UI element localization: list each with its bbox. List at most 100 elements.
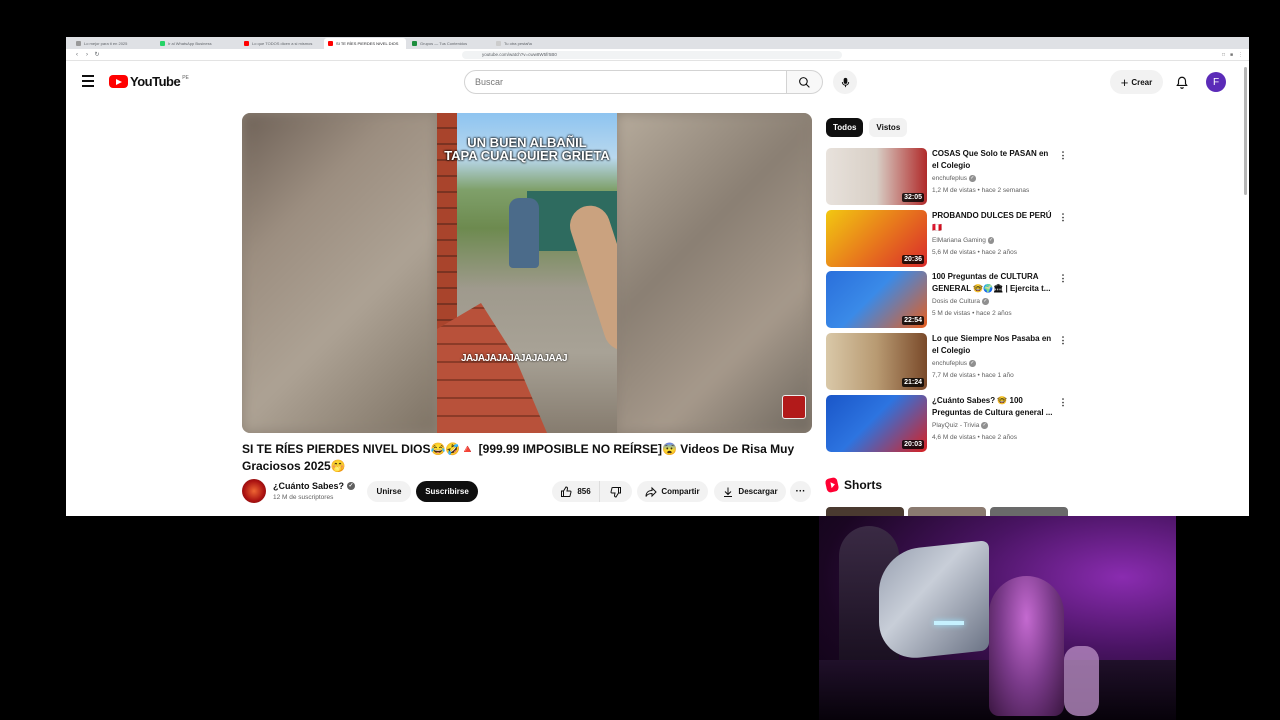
browser-tab[interactable]: Ir al WhatsApp Business [156,38,238,49]
tab-bar: Lo mejor para ti en 2025 Ir al WhatsApp … [66,37,1249,49]
recommendation-thumbnail[interactable]: 22:54 [826,271,927,328]
recommendation-item[interactable]: 21:24 Lo que Siempre Nos Pasaba en el Co… [826,333,1071,390]
video-arm [564,200,617,356]
recommendation-channel[interactable]: ElMariana Gaming ✓ [932,237,995,244]
reload-icon[interactable]: ↻ [92,51,102,58]
dislike-button[interactable] [600,481,632,502]
recommendation-item[interactable]: 20:03 ¿Cuánto Sabes? 🤓 100 Preguntas de … [826,395,1071,452]
recommendation-item[interactable]: 20:36 PROBANDO DULCES DE PERÚ 🇵🇪 ElMaria… [826,210,1071,267]
url-field[interactable]: youtube.com/watch?v=cww8W5fr5B0 [462,50,842,59]
browser-tab-active[interactable]: SI TE RÍES PIERDES NIVEL DIOS [324,38,406,49]
notifications-button[interactable] [1172,72,1192,92]
recommendation-thumbnail[interactable]: 20:03 [826,395,927,452]
video-duration: 22:54 [902,316,924,325]
short-thumbnail[interactable] [908,507,986,516]
recommendation-channel[interactable]: enchufeplus ✓ [932,175,976,182]
microphone-icon [841,77,849,87]
recommendation-channel[interactable]: enchufeplus ✓ [932,360,976,367]
tab-label: SI TE RÍES PIERDES NIVEL DIOS [336,41,399,46]
screen: Lo mejor para ti en 2025 Ir al WhatsApp … [0,0,1280,720]
share-button[interactable]: Compartir [637,481,708,502]
video-duration: 32:05 [902,193,924,202]
like-count: 856 [577,487,591,496]
short-thumbnail[interactable] [990,507,1068,516]
more-vertical-icon[interactable]: ⋮ [1058,334,1068,348]
more-vertical-icon[interactable]: ⋮ [1058,149,1068,163]
create-button[interactable]: + Crear [1110,70,1163,94]
more-vertical-icon[interactable]: ⋮ [1058,396,1068,410]
recommendation-meta: 7,7 M de vistas • hace 1 año [932,372,1014,379]
youtube-logo[interactable]: YouTube PE [109,74,189,89]
account-avatar[interactable]: F [1206,72,1226,92]
more-horizontal-icon: ··· [795,486,806,497]
page-scrollbar[interactable] [1244,67,1247,195]
join-button[interactable]: Unirse [367,481,411,502]
create-label: Crear [1131,77,1153,87]
recommendation-meta: 1,2 M de vistas • hace 2 semanas [932,187,1030,194]
browser-tab[interactable]: Tu otra pestaña [492,38,574,49]
webcam-light [934,621,964,625]
recommendation-title[interactable]: PROBANDO DULCES DE PERÚ 🇵🇪 [932,210,1056,233]
like-button[interactable]: 856 [552,481,600,502]
channel-avatar[interactable] [242,479,266,503]
hamburger-menu-icon[interactable] [80,73,96,87]
chip-vistos[interactable]: Vistos [869,118,908,137]
share-label: Compartir [661,487,700,496]
more-actions-button[interactable]: ··· [790,481,811,502]
recommendation-channel-name: enchufeplus [932,175,968,182]
channel-name[interactable]: ¿Cuánto Sabes? ✓ [273,481,356,491]
tab-favicon [412,41,417,46]
video-frame: UN BUEN ALBAÑIL TAPA CUALQUIER GRIETA JA… [437,113,617,433]
video-title: SI TE RÍES PIERDES NIVEL DIOS😂🤣🔺 [999.99… [242,442,795,473]
blurred-background-right [616,113,812,433]
video-caption-line2: TAPA CUALQUIER GRIETA [444,148,610,163]
recommendation-thumbnail[interactable]: 21:24 [826,333,927,390]
recommendation-title[interactable]: ¿Cuánto Sabes? 🤓 100 Preguntas de Cultur… [932,395,1056,418]
subscribe-button[interactable]: Suscribirse [416,481,478,502]
extension-icon[interactable]: □ [1222,52,1225,58]
more-vertical-icon[interactable]: ⋮ [1058,272,1068,286]
shorts-label: Shorts [844,478,883,492]
short-thumbnail[interactable] [826,507,904,516]
search-input[interactable]: Buscar [464,70,787,94]
recommendation-item[interactable]: 32:05 COSAS Que Solo te PASAN en el Cole… [826,148,1071,205]
recommendation-channel[interactable]: PlayQuiz - Trivia ✓ [932,422,988,429]
browser-tab[interactable]: Grupos — Tus Contenidos [408,38,490,49]
recommendation-channel-name: ElMariana Gaming [932,237,986,244]
video-duration: 20:36 [902,255,924,264]
browser-tab[interactable]: Lo mejor para ti en 2025 [72,38,154,49]
shorts-section-header: Shorts [824,476,883,494]
tab-label: Tu otra pestaña [504,41,532,46]
video-duration: 20:03 [902,440,924,449]
download-button[interactable]: Descargar [714,481,786,502]
extension-icons: □ ■ ⋮ [1222,52,1243,58]
voice-search-button[interactable] [833,70,857,94]
video-player[interactable]: UN BUEN ALBAÑIL TAPA CUALQUIER GRIETA JA… [242,113,812,433]
verified-icon: ✓ [987,237,995,244]
recommendation-thumbnail[interactable]: 20:36 [826,210,927,267]
menu-dots-icon[interactable]: ⋮ [1238,52,1243,58]
extension-icon[interactable]: ■ [1230,52,1233,58]
forward-icon[interactable]: › [82,52,92,58]
video-worker [509,198,539,268]
video-bricks [437,303,547,433]
recommendation-title[interactable]: 100 Preguntas de CULTURA GENERAL 🤓🌍🏛 | E… [932,271,1056,294]
recommendation-title[interactable]: Lo que Siempre Nos Pasaba en el Colegio [932,333,1056,356]
filter-chips: Todos Vistos [826,118,908,137]
recommendation-item[interactable]: 22:54 100 Preguntas de CULTURA GENERAL 🤓… [826,271,1071,328]
back-icon[interactable]: ‹ [72,52,82,58]
recommendation-meta: 4,6 M de vistas • hace 2 años [932,434,1018,441]
channel-watermark[interactable] [782,395,806,419]
tab-label: Lo que TODOS dicen a si mismos [252,41,313,46]
recommendation-channel-name: enchufeplus [932,360,968,367]
chip-todos[interactable]: Todos [826,118,864,137]
search-button[interactable] [787,70,823,94]
recommendation-thumbnail[interactable]: 32:05 [826,148,927,205]
recommendation-channel[interactable]: Dosis de Cultura ✓ [932,298,989,305]
browser-tab[interactable]: Lo que TODOS dicen a si mismos [240,38,322,49]
tab-label: Lo mejor para ti en 2025 [84,41,128,46]
webcam-monitor [879,540,989,662]
more-vertical-icon[interactable]: ⋮ [1058,211,1068,225]
country-code: PE [182,74,189,81]
recommendation-title[interactable]: COSAS Que Solo te PASAN en el Colegio [932,148,1056,171]
